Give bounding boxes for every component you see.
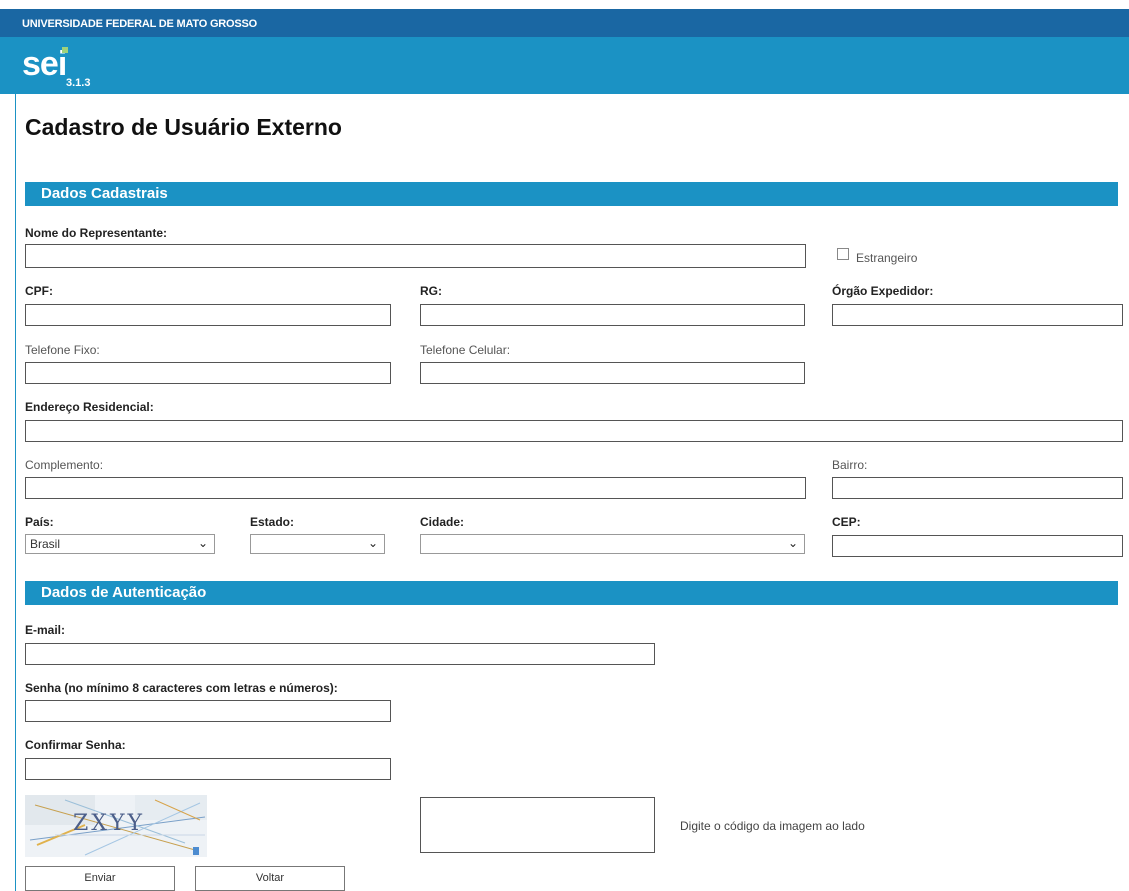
telefone-fixo-input[interactable] bbox=[25, 362, 391, 384]
page-title: Cadastro de Usuário Externo bbox=[25, 114, 342, 140]
cep-input[interactable] bbox=[832, 535, 1123, 557]
section-dados-cadastrais: Dados Cadastrais bbox=[25, 182, 1118, 206]
sei-logo-text: sei bbox=[22, 45, 67, 83]
cpf-label: CPF: bbox=[25, 284, 53, 298]
telefone-fixo-label: Telefone Fixo: bbox=[25, 343, 100, 357]
cpf-input[interactable] bbox=[25, 304, 391, 326]
cidade-select[interactable]: ⌄ bbox=[420, 534, 805, 554]
endereco-input[interactable] bbox=[25, 420, 1123, 442]
endereco-label: Endereço Residencial: bbox=[25, 400, 154, 414]
pais-value: Brasil bbox=[30, 537, 61, 551]
telefone-celular-label: Telefone Celular: bbox=[420, 343, 511, 357]
rg-input[interactable] bbox=[420, 304, 805, 326]
pais-select[interactable]: Brasil ⌄ bbox=[25, 534, 215, 554]
estrangeiro-checkbox[interactable] bbox=[837, 248, 849, 260]
chevron-down-icon: ⌄ bbox=[367, 536, 378, 550]
cidade-label: Cidade: bbox=[420, 515, 465, 529]
complemento-label: Complemento: bbox=[25, 458, 104, 472]
senha-input[interactable] bbox=[25, 700, 391, 722]
content-left-border bbox=[15, 94, 16, 891]
nome-label: Nome do Representante: bbox=[25, 226, 168, 240]
captcha-hint: Digite o código da imagem ao lado bbox=[680, 819, 865, 833]
voltar-button[interactable]: Voltar bbox=[195, 866, 345, 891]
section-title: Dados de Autenticação bbox=[41, 584, 207, 601]
orgao-input[interactable] bbox=[832, 304, 1123, 326]
window-top-edge bbox=[0, 0, 1129, 6]
senha-label: Senha (no mínimo 8 caracteres com letras… bbox=[25, 681, 338, 695]
confirmar-senha-input[interactable] bbox=[25, 758, 391, 780]
captcha-image: ZXYY bbox=[25, 795, 207, 857]
email-label: E-mail: bbox=[25, 623, 66, 637]
estado-select[interactable]: ⌄ bbox=[250, 534, 385, 554]
email-input[interactable] bbox=[25, 643, 655, 665]
captcha-text: ZXYY bbox=[73, 811, 145, 836]
sei-logo[interactable]: sei bbox=[22, 47, 72, 81]
confirmar-senha-label: Confirmar Senha: bbox=[25, 738, 126, 752]
estrangeiro-label: Estrangeiro bbox=[856, 251, 918, 265]
chevron-down-icon: ⌄ bbox=[197, 536, 208, 550]
orgao-label: Órgão Expedidor: bbox=[832, 284, 934, 298]
telefone-celular-input[interactable] bbox=[420, 362, 805, 384]
cep-label: CEP: bbox=[832, 515, 861, 529]
section-title: Dados Cadastrais bbox=[41, 185, 168, 202]
rg-label: RG: bbox=[420, 284, 442, 298]
bairro-label: Bairro: bbox=[832, 458, 868, 472]
complemento-input[interactable] bbox=[25, 477, 806, 499]
app-header: UNIVERSIDADE FEDERAL DE MATO GROSSO sei … bbox=[0, 9, 1129, 94]
enviar-button[interactable]: Enviar bbox=[25, 866, 175, 891]
estado-label: Estado: bbox=[250, 515, 295, 529]
section-dados-autenticacao: Dados de Autenticação bbox=[25, 581, 1118, 605]
bairro-input[interactable] bbox=[832, 477, 1123, 499]
captcha-input[interactable] bbox=[420, 797, 655, 853]
chevron-down-icon: ⌄ bbox=[787, 536, 798, 550]
nome-input[interactable] bbox=[25, 244, 806, 268]
pais-label: País: bbox=[25, 515, 54, 529]
logo-dot-icon bbox=[62, 47, 69, 53]
version-label: 3.1.3 bbox=[66, 77, 91, 89]
institution-name: UNIVERSIDADE FEDERAL DE MATO GROSSO bbox=[22, 18, 258, 30]
